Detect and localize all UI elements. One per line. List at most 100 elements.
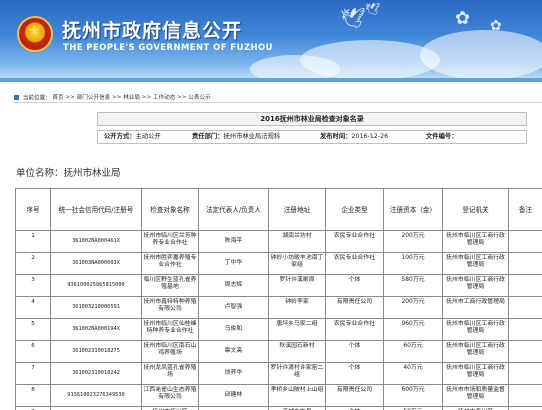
cell-note	[508, 384, 542, 407]
cell-authority: 抚州市临川区工商行政管理局	[442, 252, 509, 275]
breadcrumb-link-work-news[interactable]: 工作动态	[153, 95, 175, 101]
cell-authority: 抚州市临川区工商行政管理局	[442, 274, 509, 297]
cell-target-name: 江西羌雀山生态养殖有限公司	[141, 384, 199, 407]
cell-authority: 抚州市临川区工商行政管理局	[442, 318, 509, 341]
header-enterprise-type: 企业类型	[325, 188, 384, 231]
table-row: 7 361002310018242 抚州龙凤蓝孔雀养殖场 饶荞华 罗针许渡村许家窑二组个…	[15, 362, 542, 385]
cell-capital: 600万元	[383, 384, 443, 407]
cell-no: 5	[15, 318, 51, 341]
cell-no: 9	[15, 406, 51, 410]
cell-address: 唐坪乡马家二组	[268, 318, 326, 341]
meta-scope: 公开方式：主动公开	[104, 131, 161, 143]
cell-target-name: 抚州市胜弈嘉养殖专业合作社	[141, 252, 199, 275]
cell-credit-code: 361003NA000003X	[50, 252, 142, 275]
cell-address: 湖南兰坊村	[268, 230, 326, 253]
cell-no: 1	[15, 230, 51, 253]
unit-name: 单位名称：抚州市林业局	[16, 165, 121, 179]
cell-credit-code	[50, 406, 142, 410]
table-row: 5 361002NA000194X 抚州市临川区仙桂峰特种养专业合作社 马俊和 唐坪乡马…	[15, 318, 542, 341]
cell-credit-code: 361002NA000194X	[50, 318, 142, 341]
home-icon	[14, 95, 19, 100]
breadcrumb-link-home[interactable]: 首页	[53, 95, 64, 101]
cell-address: 罗针许渡村许家窑二组	[268, 362, 326, 385]
header-credit-code: 统一社会信用代码/注册号	[50, 188, 142, 231]
table-row: 2 361003NA000003X 抚州市胜弈嘉养殖专业合作社 丁中华 钟岭小坊畈丰池南…	[15, 252, 542, 275]
cell-enterprise-type: 个体	[325, 274, 384, 297]
breadcrumb-prefix: 当前位置：	[22, 95, 51, 102]
site-banner: 🕊 🕊 ✿ ✿ ★ 抚州市政府信息公开 THE PEOPLE'S GOVERNM…	[0, 0, 542, 78]
cell-credit-code: 361002310018242	[50, 362, 142, 385]
cell-legal-rep: 陈海平	[198, 230, 269, 253]
cell-legal-rep: 饶荞华	[198, 362, 269, 385]
table-row: 4 361003210000591 抚州市鑫特特种养殖有限公司 卢智强 钟岭李家 有限责任…	[15, 296, 542, 319]
table-header-row: 序号 统一社会信用代码/注册号 检查对象名称 法定代表人/负责人 注册地址 企业…	[15, 188, 542, 231]
dove-icon: 🕊	[340, 6, 366, 30]
table-row: 3 936100025865815000 临川区野生蓝孔雀养殖基地 周志辉 罗针许溪畈周…	[15, 274, 542, 297]
breadcrumb: 当前位置： 首页 >> 部门公开信息 >> 林业局 >> 工作动态 >> 公表公…	[14, 93, 542, 103]
header-legal-rep: 法定代表人/负责人	[198, 188, 269, 231]
breadcrumb-separator: >>	[65, 94, 75, 101]
cell-enterprise-type: 有限责任公司	[325, 296, 384, 319]
cell-enterprise-type: 个体	[325, 406, 384, 410]
cell-target-name: 抚州市鑫特特种养殖有限公司	[141, 296, 199, 319]
cell-capital: 200万元	[383, 296, 443, 319]
table-body: 1 361002NA000461X 抚州市临川区兰芳种养专业合作社 陈海平 湖南兰坊村农…	[15, 230, 542, 410]
cell-note	[508, 274, 542, 297]
breadcrumb-link-dept-info[interactable]: 部门公开信息	[77, 95, 111, 101]
header-authority: 登记机关	[442, 188, 509, 231]
cell-enterprise-type: 有限责任公司	[325, 384, 384, 407]
article-title: 2016抚州市林业局检查对象名录	[97, 112, 527, 126]
cell-capital: 100万元	[383, 252, 443, 275]
banner-cloud	[420, 30, 542, 78]
dove-icon: 🕊	[365, 2, 381, 16]
cell-legal-rep: 章文高	[198, 340, 269, 363]
meta-dept: 责任部门：抚州市林业局法规科	[192, 131, 280, 143]
cell-legal-rep: 熊昌发	[198, 406, 269, 410]
site-subtitle: THE PEOPLE'S GOVERNMENT OF FUZHOU	[63, 42, 273, 52]
cell-legal-rep: 邱建林	[198, 384, 269, 407]
cell-target-name: 抚州市临川区南石山鸡养殖场	[141, 340, 199, 363]
cell-credit-code: 361003210000591	[50, 296, 142, 319]
header-target-name: 检查对象名称	[141, 188, 199, 231]
breadcrumb-link-forestry[interactable]: 林业局	[123, 95, 140, 101]
cell-address: 连城乡大昌	[268, 406, 326, 410]
cell-target-name: 抚州市临川区仙桂峰特种养专业合作社	[141, 318, 199, 341]
cell-no: 3	[15, 274, 51, 297]
cell-address: 秋溪园石新村	[268, 340, 326, 363]
unit-name-label: 单位名称：	[16, 168, 64, 179]
cell-authority: 抚州市工商行政管理局	[442, 296, 509, 319]
cell-capital: 580万元	[383, 274, 443, 297]
table-row: 1 361002NA000461X 抚州市临川区兰芳种养专业合作社 陈海平 湖南兰坊村农…	[15, 230, 542, 253]
cell-legal-rep: 周志辉	[198, 274, 269, 297]
cell-enterprise-type: 个体	[325, 362, 384, 385]
meta-date: 发布时间：2016-12-26	[320, 131, 388, 143]
header-address: 注册地址	[268, 188, 326, 231]
header-no: 序号	[15, 188, 51, 231]
meta-doc-label: 文件编号：	[426, 133, 458, 140]
unit-name-value: 抚州市林业局	[63, 168, 121, 179]
cell-note	[508, 406, 542, 410]
cell-legal-rep: 丁中华	[198, 252, 269, 275]
meta-dept-value: 抚州市林业局法规科	[223, 133, 281, 140]
cell-credit-code: 936100025865815000	[50, 274, 142, 297]
cell-note	[508, 230, 542, 253]
meta-date-value: 2016-12-26	[351, 133, 389, 140]
breadcrumb-link-notice[interactable]: 公表公示	[188, 95, 210, 101]
cell-target-name: 抚州龙凤蓝孔雀养殖场	[141, 362, 199, 385]
cell-no: 7	[15, 362, 51, 385]
cell-no: 4	[15, 296, 51, 319]
cell-address: 孝桥乡山陂村上山组	[268, 384, 326, 407]
cell-target-name: 抚州市临川区兰芳种养专业合作社	[141, 230, 199, 253]
cell-note	[508, 252, 542, 275]
cell-authority: 抚州市临川区	[442, 406, 509, 410]
cell-capital: 200万元	[383, 230, 443, 253]
cell-no: 8	[15, 384, 51, 407]
cell-legal-rep: 马俊和	[198, 318, 269, 341]
cell-address: 罗针许溪畈周	[268, 274, 326, 297]
cell-note	[508, 296, 542, 319]
cell-authority: 抚州市临川区工商行政管理局	[442, 362, 509, 385]
cell-credit-code: 361002310018275	[50, 340, 142, 363]
cell-capital: 40万元	[383, 362, 443, 385]
meta-scope-label: 公开方式：	[104, 133, 136, 140]
cell-enterprise-type: 农民专业合作社	[325, 252, 384, 275]
